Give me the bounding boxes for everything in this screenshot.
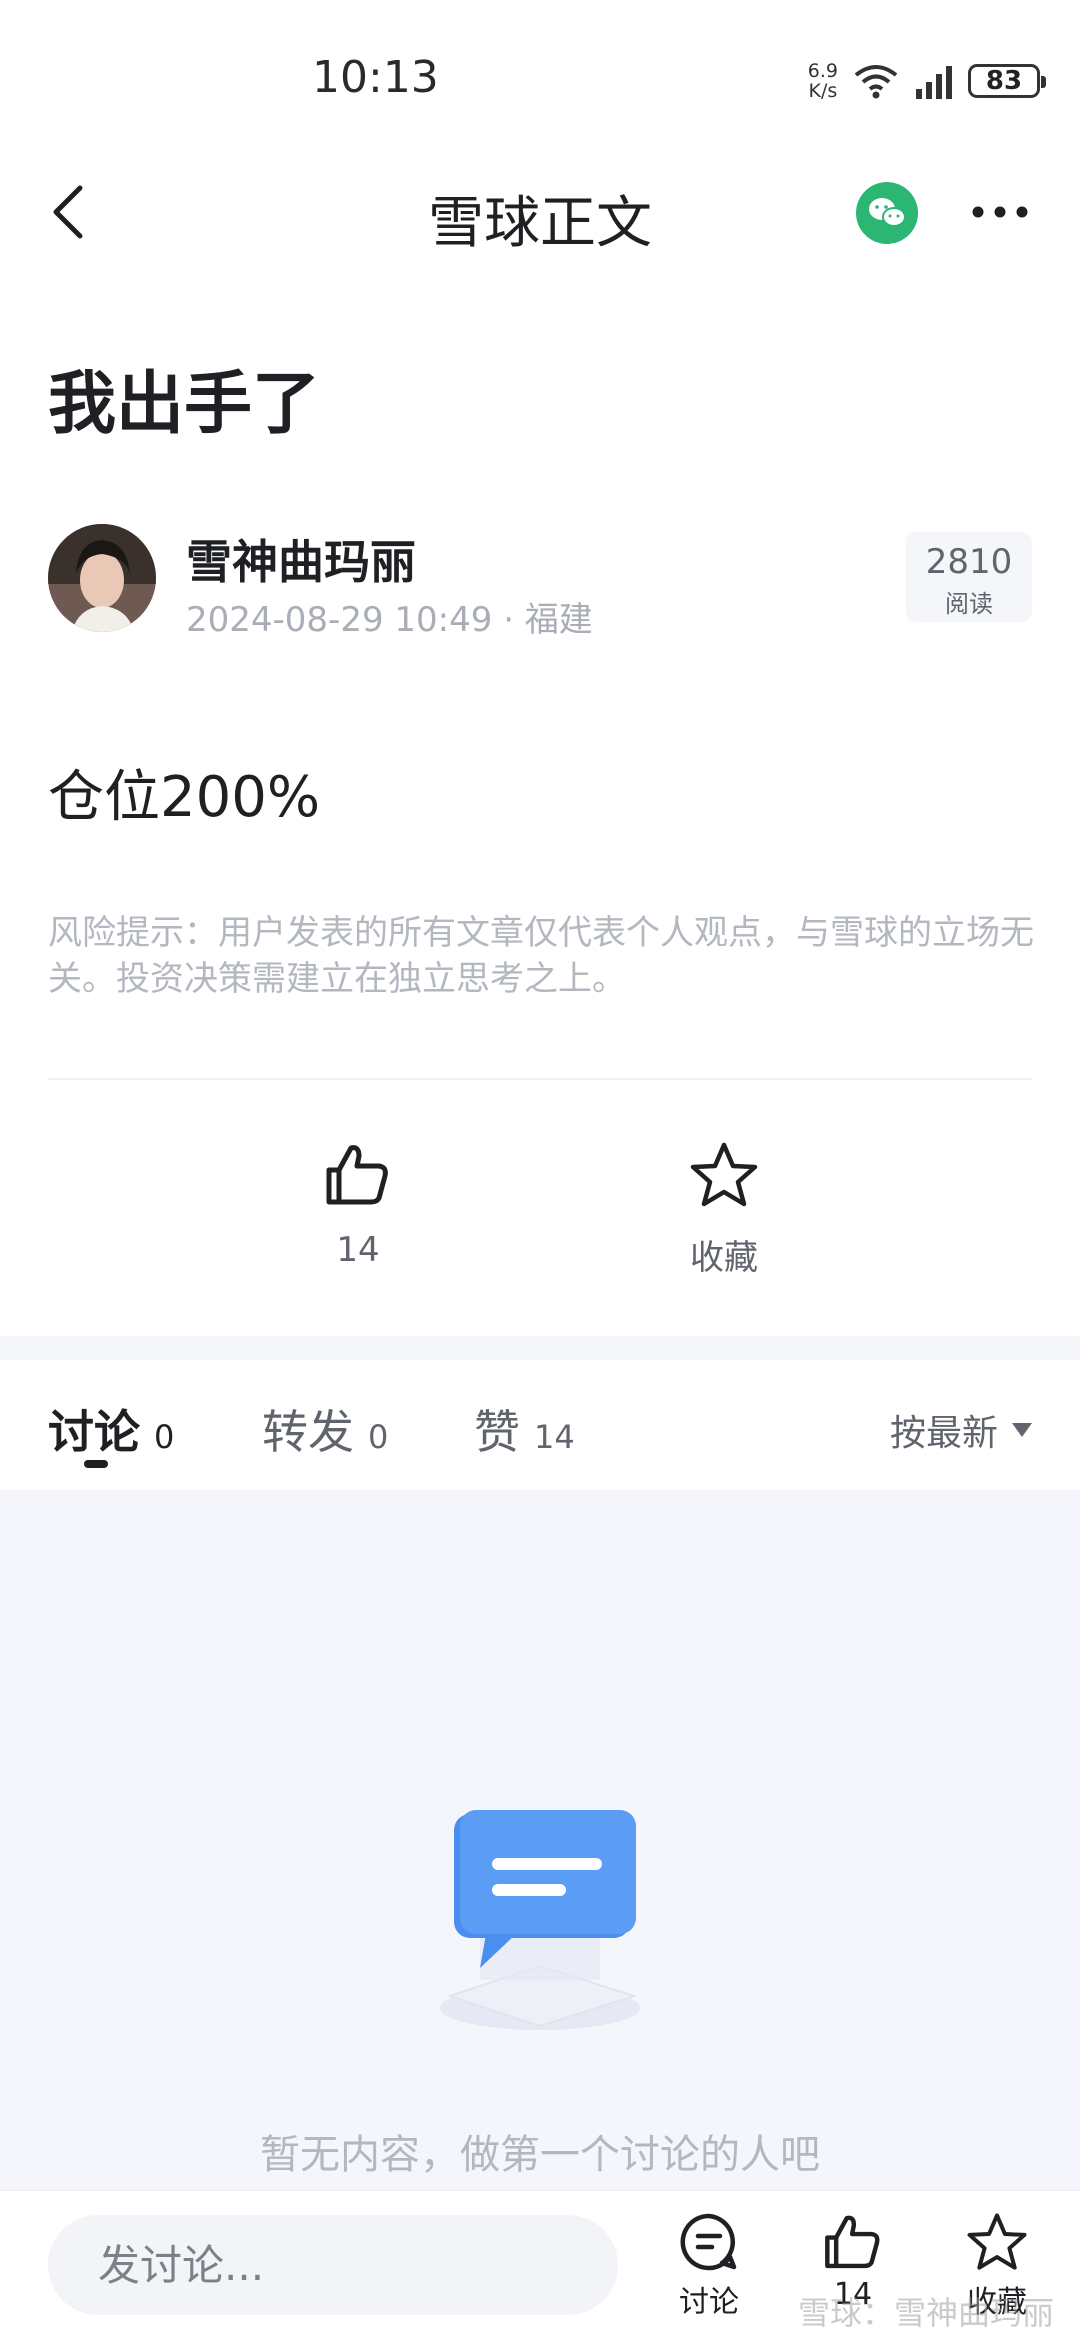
empty-chat-bubble-icon — [440, 1810, 640, 2030]
tab-likes-count: 14 — [534, 1418, 575, 1456]
empty-state-text: 暂无内容，做第一个讨论的人吧 — [260, 2132, 820, 2178]
caret-down-icon — [1012, 1423, 1032, 1437]
discuss-button[interactable]: 讨论 — [654, 2211, 764, 2321]
author-avatar[interactable] — [48, 524, 156, 632]
wechat-share-icon[interactable] — [856, 182, 918, 244]
watermark: 雪球：雪神曲玛丽 — [797, 2294, 1054, 2332]
like-count: 14 — [336, 1230, 380, 1270]
network-speed: 6.9 K/s — [807, 60, 838, 102]
author-name[interactable]: 雪神曲玛丽 — [186, 526, 416, 592]
post-body: 仓位200% — [48, 765, 321, 830]
read-count-badge: 2810 阅读 — [906, 532, 1032, 622]
tab-likes[interactable]: 赞 14 — [474, 1396, 575, 1462]
status-time: 10:13 — [312, 52, 439, 103]
post-title: 我出手了 — [48, 365, 321, 444]
tab-likes-label: 赞 — [474, 1405, 520, 1459]
tab-discuss[interactable]: 讨论 0 — [48, 1396, 174, 1462]
comment-icon — [680, 2213, 737, 2271]
star-icon — [967, 2213, 1027, 2270]
tab-discuss-count: 0 — [154, 1418, 175, 1456]
tab-forward[interactable]: 转发 0 — [262, 1396, 388, 1462]
sort-label: 按最新 — [889, 1413, 998, 1454]
nav-bar: 雪球正文 — [0, 150, 1080, 280]
status-bar: 10:13 6.9 K/s 83 — [0, 0, 1080, 150]
discuss-label: 讨论 — [679, 2285, 739, 2320]
tab-discuss-label: 讨论 — [48, 1405, 140, 1459]
comment-tabs: 讨论 0 转发 0 赞 14 按最新 — [0, 1360, 1080, 1490]
favorite-button[interactable]: 收藏 — [644, 1140, 804, 1279]
like-button[interactable]: 14 — [278, 1140, 438, 1270]
post-meta: 2024-08-29 10:49 · 福建 — [186, 600, 593, 640]
sort-dropdown[interactable]: 按最新 — [890, 1404, 1032, 1456]
risk-disclaimer: 风险提示：用户发表的所有文章仅代表个人观点，与雪球的立场无关。投资决策需建立在独… — [48, 913, 1034, 999]
page-title: 雪球正文 — [428, 191, 652, 256]
battery-icon: 83 — [968, 64, 1046, 98]
read-count: 2810 — [925, 542, 1013, 582]
tab-forward-count: 0 — [368, 1418, 389, 1456]
favorite-label: 收藏 — [690, 1238, 758, 1278]
tab-forward-label: 转发 — [262, 1405, 354, 1459]
wifi-icon — [854, 65, 898, 99]
comment-input[interactable] — [48, 2215, 618, 2315]
active-tab-indicator — [84, 1460, 108, 1468]
divider — [48, 1078, 1032, 1080]
thumbs-up-icon — [326, 1145, 388, 1205]
star-icon — [690, 1142, 758, 1207]
cellular-signal-icon — [916, 66, 952, 99]
status-icons: 6.9 K/s 83 — [807, 56, 1046, 106]
thumbs-up-icon — [825, 2215, 880, 2269]
section-separator — [0, 1336, 1080, 1360]
more-options-icon[interactable] — [968, 200, 1032, 224]
read-label: 阅读 — [945, 590, 993, 618]
